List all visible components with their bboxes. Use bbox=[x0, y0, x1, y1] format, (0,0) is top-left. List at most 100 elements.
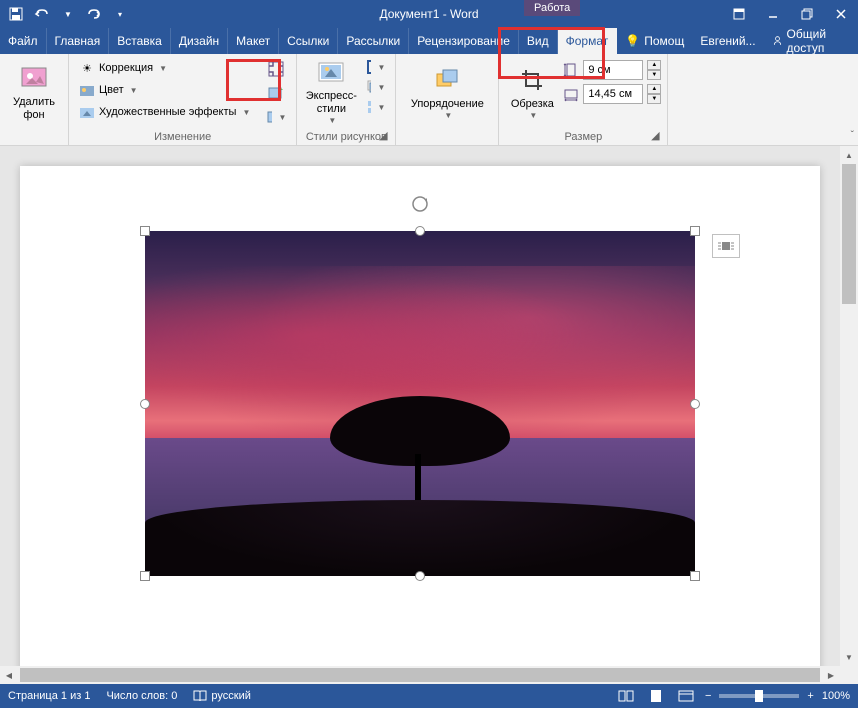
express-styles-button[interactable]: Экспресс- стили▼ bbox=[303, 58, 359, 126]
height-down[interactable]: ▼ bbox=[647, 70, 661, 80]
user-account[interactable]: Евгений... bbox=[692, 34, 763, 48]
zoom-in-button[interactable]: + bbox=[807, 690, 813, 702]
scroll-down[interactable]: ▼ bbox=[840, 648, 858, 666]
selected-image[interactable] bbox=[145, 231, 695, 576]
handle-tr[interactable] bbox=[690, 226, 700, 236]
tell-me[interactable]: 💡Помощ bbox=[617, 34, 692, 48]
tab-format[interactable]: Формат bbox=[558, 28, 618, 54]
qat-customize[interactable]: ▾ bbox=[108, 2, 132, 26]
corrections-icon: ☀ bbox=[79, 60, 95, 76]
ribbon-display-options[interactable] bbox=[722, 0, 756, 28]
remove-background-button[interactable]: Удалить фон bbox=[6, 58, 62, 126]
undo-dropdown[interactable]: ▼ bbox=[56, 2, 80, 26]
change-picture-button[interactable] bbox=[262, 82, 290, 104]
corrections-button[interactable]: ☀Коррекция▼ bbox=[75, 58, 254, 78]
horizontal-scrollbar[interactable]: ◀ ▶ bbox=[0, 666, 840, 684]
picture-layout-button[interactable]: ▼ bbox=[363, 98, 389, 116]
height-icon bbox=[563, 62, 579, 78]
statusbar: Страница 1 из 1 Число слов: 0 русский − … bbox=[0, 684, 858, 708]
crop-button[interactable]: Обрезка▼ bbox=[505, 58, 559, 126]
print-layout-button[interactable] bbox=[645, 685, 667, 707]
picture-border-button[interactable]: ▼ bbox=[363, 58, 389, 76]
compress-icon bbox=[267, 60, 285, 78]
page[interactable] bbox=[20, 166, 820, 684]
save-button[interactable] bbox=[4, 2, 28, 26]
group-label-size: Размер◢ bbox=[505, 129, 661, 143]
tab-mailings[interactable]: Рассылки bbox=[338, 28, 409, 54]
size-dialog-launcher[interactable]: ◢ bbox=[649, 129, 661, 141]
border-icon bbox=[367, 60, 371, 74]
hscroll-thumb[interactable] bbox=[20, 668, 820, 682]
vscroll-thumb[interactable] bbox=[842, 164, 856, 304]
handle-mr[interactable] bbox=[690, 399, 700, 409]
zoom-level[interactable]: 100% bbox=[822, 690, 850, 702]
collapse-ribbon-button[interactable]: ˇ bbox=[851, 130, 854, 141]
height-up[interactable]: ▲ bbox=[647, 60, 661, 70]
tab-home[interactable]: Главная bbox=[47, 28, 110, 54]
vertical-scrollbar[interactable]: ▲ ▼ bbox=[840, 146, 858, 684]
document-area: ▲ ▼ ◀ ▶ bbox=[0, 146, 858, 684]
tab-design[interactable]: Дизайн bbox=[171, 28, 228, 54]
width-row: ▲▼ bbox=[563, 84, 661, 104]
picture-effects-button[interactable]: ▼ bbox=[363, 78, 389, 96]
close-button[interactable] bbox=[824, 0, 858, 28]
minimize-button[interactable] bbox=[756, 0, 790, 28]
width-input[interactable] bbox=[583, 84, 643, 104]
height-input[interactable] bbox=[583, 60, 643, 80]
share-button[interactable]: Общий доступ bbox=[764, 27, 858, 55]
handle-bm[interactable] bbox=[415, 571, 425, 581]
effects-icon bbox=[367, 80, 371, 94]
arrange-icon bbox=[431, 64, 463, 96]
artistic-effects-icon bbox=[79, 104, 95, 120]
handle-br[interactable] bbox=[690, 571, 700, 581]
tab-references[interactable]: Ссылки bbox=[279, 28, 338, 54]
express-styles-icon bbox=[315, 58, 347, 88]
tab-review[interactable]: Рецензирование bbox=[409, 28, 519, 54]
window-title: Документ1 - Word bbox=[379, 7, 478, 21]
rotation-handle[interactable] bbox=[411, 195, 429, 218]
remove-bg-icon bbox=[18, 62, 50, 94]
handle-ml[interactable] bbox=[140, 399, 150, 409]
handle-bl[interactable] bbox=[140, 571, 150, 581]
color-icon bbox=[79, 82, 95, 98]
web-layout-button[interactable] bbox=[675, 685, 697, 707]
color-button[interactable]: Цвет▼ bbox=[75, 80, 254, 100]
width-down[interactable]: ▼ bbox=[647, 94, 661, 104]
redo-button[interactable] bbox=[82, 2, 106, 26]
tab-layout[interactable]: Макет bbox=[228, 28, 279, 54]
styles-dialog-launcher[interactable]: ◢ bbox=[377, 129, 389, 141]
zoom-out-button[interactable]: − bbox=[705, 690, 711, 702]
language-indicator[interactable]: русский bbox=[193, 690, 250, 702]
sunset-image-content bbox=[145, 231, 695, 576]
group-label-change: Изменение bbox=[75, 129, 290, 143]
restore-button[interactable] bbox=[790, 0, 824, 28]
group-label-styles: Стили рисунков◢ bbox=[303, 129, 389, 143]
width-icon bbox=[563, 86, 579, 102]
scroll-left[interactable]: ◀ bbox=[0, 666, 18, 684]
scroll-right[interactable]: ▶ bbox=[822, 666, 840, 684]
word-count[interactable]: Число слов: 0 bbox=[106, 690, 177, 702]
context-tab-label: Работа bbox=[524, 0, 580, 16]
zoom-slider[interactable] bbox=[719, 694, 799, 698]
tab-file[interactable]: Файл bbox=[0, 28, 47, 54]
width-up[interactable]: ▲ bbox=[647, 84, 661, 94]
read-mode-button[interactable] bbox=[615, 685, 637, 707]
compress-pictures-button[interactable] bbox=[262, 58, 290, 80]
height-row: ▲▼ bbox=[563, 60, 661, 80]
page-indicator[interactable]: Страница 1 из 1 bbox=[8, 690, 90, 702]
tab-insert[interactable]: Вставка bbox=[109, 28, 171, 54]
reset-picture-button[interactable]: ▼ bbox=[262, 106, 290, 128]
artistic-effects-button[interactable]: Художественные эффекты▼ bbox=[75, 102, 254, 122]
handle-tm[interactable] bbox=[415, 226, 425, 236]
scroll-up[interactable]: ▲ bbox=[840, 146, 858, 164]
layout-options-button[interactable] bbox=[712, 234, 740, 258]
change-picture-icon bbox=[267, 84, 285, 102]
crop-icon bbox=[516, 64, 548, 96]
handle-tl[interactable] bbox=[140, 226, 150, 236]
ribbon: Удалить фон ☀Коррекция▼ Цвет▼ Художестве… bbox=[0, 54, 858, 146]
arrange-button[interactable]: Упорядочение▼ bbox=[402, 58, 492, 126]
undo-button[interactable] bbox=[30, 2, 54, 26]
tab-view[interactable]: Вид bbox=[519, 28, 558, 54]
book-icon bbox=[193, 690, 207, 702]
ribbon-tabs: Файл Главная Вставка Дизайн Макет Ссылки… bbox=[0, 28, 858, 54]
